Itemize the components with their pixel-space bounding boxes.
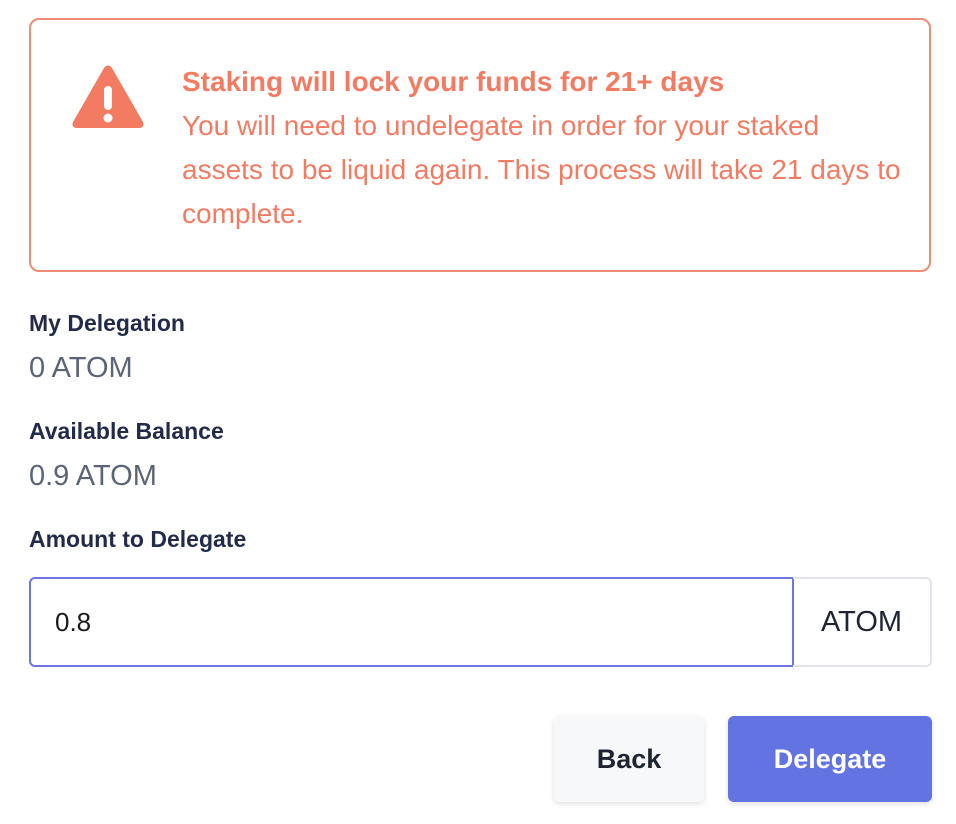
my-delegation-label: My Delegation: [29, 310, 185, 336]
amount-unit-label: ATOM: [793, 577, 932, 667]
my-delegation-value: 0 ATOM: [29, 352, 133, 384]
back-button[interactable]: Back: [554, 716, 704, 802]
staking-warning-banner: Staking will lock your funds for 21+ day…: [29, 18, 931, 272]
amount-input[interactable]: [29, 577, 794, 667]
delegate-button[interactable]: Delegate: [728, 716, 932, 802]
warning-title: Staking will lock your funds for 21+ day…: [182, 66, 725, 97]
available-balance-label: Available Balance: [29, 418, 224, 444]
warning-body: You will need to undelegate in order for…: [182, 110, 901, 229]
warning-triangle-icon: [72, 65, 144, 128]
amount-to-delegate-label: Amount to Delegate: [29, 526, 247, 552]
available-balance-value: 0.9 ATOM: [29, 460, 157, 492]
